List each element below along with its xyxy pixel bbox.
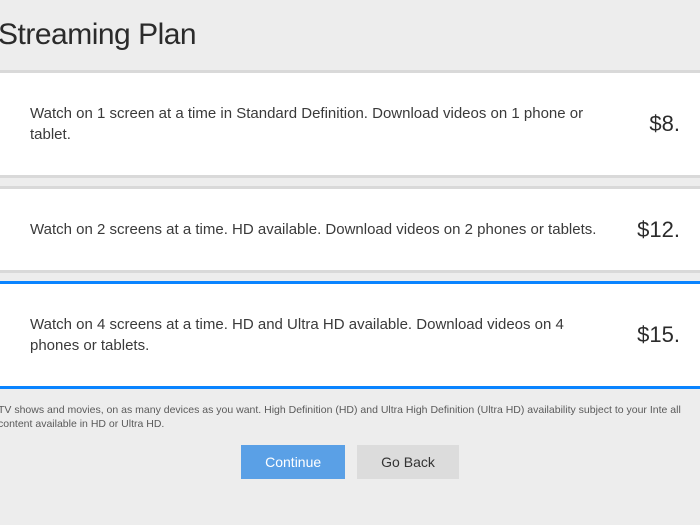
plan-option-premium[interactable]: Watch on 4 screens at a time. HD and Ult…	[0, 281, 700, 389]
plan-price: $8.	[649, 111, 680, 137]
disclaimer-text: TV shows and movies, on as many devices …	[0, 397, 700, 431]
plan-option-standard[interactable]: Watch on 2 screens at a time. HD availab…	[0, 186, 700, 273]
go-back-button[interactable]: Go Back	[357, 445, 459, 479]
streaming-plan-page: Streaming Plan Watch on 1 screen at a ti…	[0, 0, 700, 525]
page-title: Streaming Plan	[0, 0, 700, 70]
plan-option-basic[interactable]: Watch on 1 screen at a time in Standard …	[0, 70, 700, 178]
plan-description: Watch on 2 screens at a time. HD availab…	[30, 189, 637, 270]
plan-price: $12.	[637, 217, 680, 243]
plan-price: $15.	[637, 322, 680, 348]
continue-button[interactable]: Continue	[241, 445, 345, 479]
plan-description: Watch on 1 screen at a time in Standard …	[30, 73, 649, 175]
plan-description: Watch on 4 screens at a time. HD and Ult…	[30, 284, 637, 386]
plan-list: Watch on 1 screen at a time in Standard …	[0, 70, 700, 397]
button-row: Continue Go Back	[0, 445, 700, 479]
